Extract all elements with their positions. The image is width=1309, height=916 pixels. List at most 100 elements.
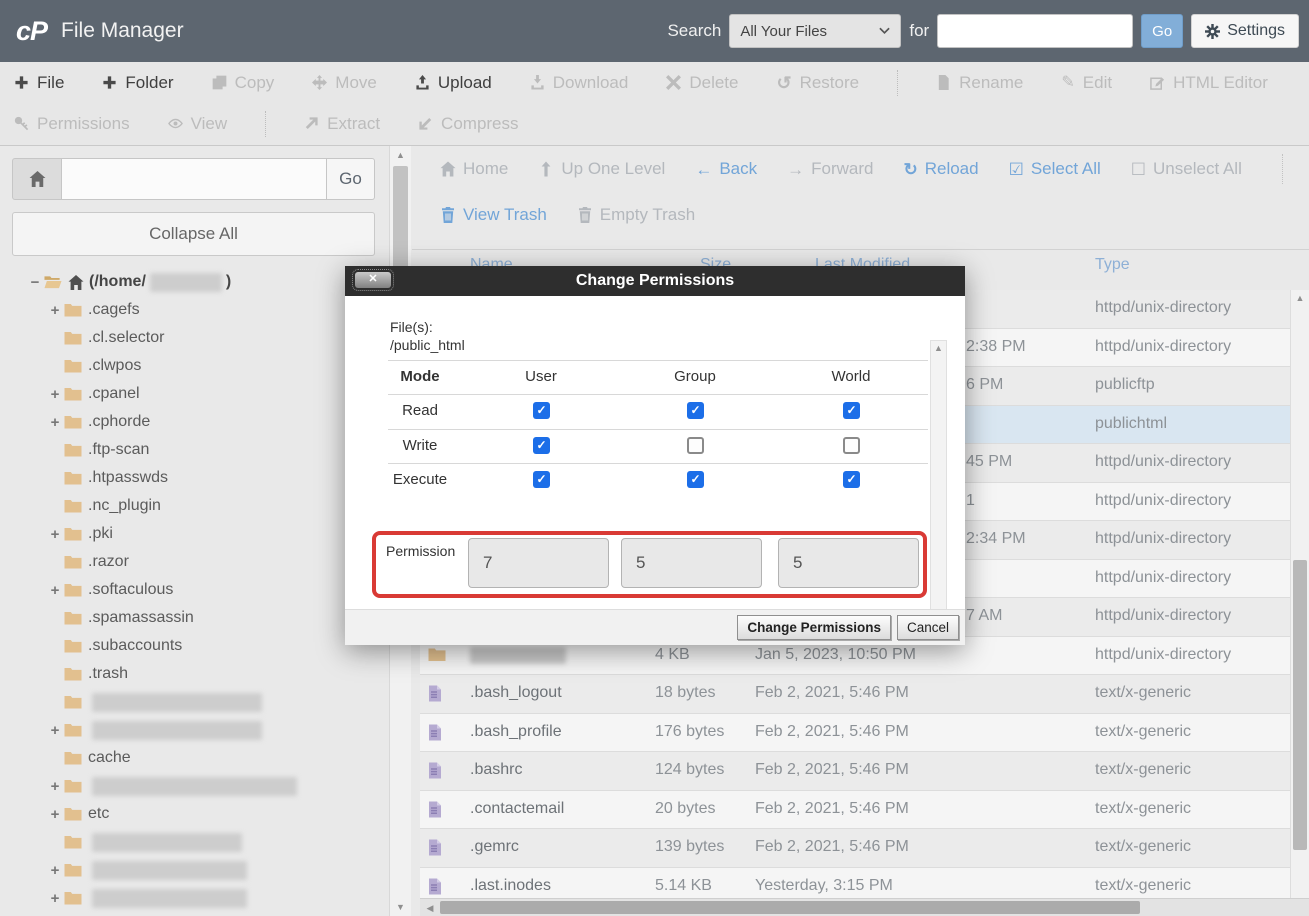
scroll-left-icon[interactable]: ◀ <box>424 903 436 914</box>
tree-expander-icon[interactable]: + <box>46 862 64 879</box>
checked-checkbox[interactable]: ✓ <box>843 471 860 488</box>
search-scope-select[interactable]: All Your Files <box>729 14 901 48</box>
tree-expander-icon[interactable]: + <box>46 806 64 823</box>
tree-item-razor[interactable]: .razor <box>46 548 129 576</box>
tree-item-cagefs[interactable]: +.cagefs <box>46 296 140 324</box>
toolbar-item-folder[interactable]: Folder <box>102 73 173 93</box>
toolbar-item-file[interactable]: File <box>14 73 64 93</box>
nav-item-forward[interactable]: →Forward <box>787 159 873 179</box>
tree-expander-icon[interactable]: − <box>26 274 44 291</box>
chevron-down-icon <box>879 27 890 35</box>
tree-item-root[interactable]: −(/home/) <box>26 268 231 296</box>
path-input[interactable] <box>62 158 327 200</box>
tree-item-redacted[interactable]: + <box>46 884 251 912</box>
checked-checkbox[interactable]: ✓ <box>533 402 550 419</box>
scroll-up-icon[interactable]: ▲ <box>1291 293 1309 303</box>
tree-item-redacted[interactable]: + <box>46 856 251 884</box>
toolbar-item-rename[interactable]: Rename <box>936 73 1023 93</box>
sidebar-home-button[interactable] <box>12 158 62 200</box>
tree-item-cache[interactable]: cache <box>46 744 131 772</box>
checked-checkbox[interactable]: ✓ <box>533 437 550 454</box>
horizontal-scrollbar[interactable]: ◀ <box>420 898 1309 916</box>
scroll-down-icon[interactable]: ▼ <box>390 902 411 912</box>
checked-checkbox[interactable]: ✓ <box>687 402 704 419</box>
tree-item-pki[interactable]: +.pki <box>46 520 113 548</box>
table-row[interactable]: .bash_logout18 bytesFeb 2, 2021, 5:46 PM… <box>420 675 1290 714</box>
toolbar-item-download[interactable]: Download <box>530 73 629 93</box>
scroll-up-icon[interactable]: ▲ <box>390 150 411 160</box>
tree-item-softaculous[interactable]: +.softaculous <box>46 576 173 604</box>
tree-item-redacted[interactable] <box>46 688 266 716</box>
nav-item-back[interactable]: ←Back <box>695 159 757 179</box>
checked-checkbox[interactable]: ✓ <box>533 471 550 488</box>
checked-checkbox[interactable]: ✓ <box>687 471 704 488</box>
toolbar-item-compress[interactable]: Compress <box>418 114 518 134</box>
tree-expander-icon[interactable]: + <box>46 778 64 795</box>
horizontal-scrollbar-thumb[interactable] <box>440 901 1140 914</box>
toolbar-item-delete[interactable]: Delete <box>666 73 738 93</box>
tree-expander-icon[interactable]: + <box>46 722 64 739</box>
tree-expander-icon[interactable]: + <box>46 890 64 907</box>
toolbar-item-view[interactable]: View <box>168 114 228 134</box>
table-row[interactable]: .bashrc124 bytesFeb 2, 2021, 5:46 PMtext… <box>420 752 1290 791</box>
toolbar-item-permissions[interactable]: Permissions <box>14 114 130 134</box>
dialog-scrollbar[interactable]: ▲ ▼ <box>930 340 947 622</box>
nav-item-home[interactable]: Home <box>440 159 508 179</box>
tree-item-htpasswds[interactable]: .htpasswds <box>46 464 168 492</box>
nav-item-unselect-all[interactable]: ☐Unselect All <box>1131 159 1242 179</box>
tree-item-redacted[interactable]: + <box>46 772 301 800</box>
tree-expander-icon[interactable]: + <box>46 302 64 319</box>
unchecked-checkbox[interactable] <box>843 437 860 454</box>
mode-column-header: Mode <box>370 368 470 385</box>
table-row[interactable]: .contactemail20 bytesFeb 2, 2021, 5:46 P… <box>420 791 1290 830</box>
cancel-button[interactable]: Cancel <box>897 615 959 640</box>
search-go-button[interactable]: Go <box>1141 14 1183 48</box>
tree-expander-icon[interactable]: + <box>46 582 64 599</box>
tree-item-cl-selector[interactable]: .cl.selector <box>46 324 164 352</box>
toolbar-item-upload[interactable]: Upload <box>415 73 492 93</box>
table-scrollbar-thumb[interactable] <box>1293 560 1307 850</box>
collapse-all-button[interactable]: Collapse All <box>12 212 375 256</box>
tree-item-ftp-scan[interactable]: .ftp-scan <box>46 436 149 464</box>
table-row[interactable]: .gemrc139 bytesFeb 2, 2021, 5:46 PMtext/… <box>420 829 1290 868</box>
tree-item-trash[interactable]: .trash <box>46 660 128 688</box>
column-header-type[interactable]: Type <box>1095 256 1130 274</box>
toolbar-item-html-editor[interactable]: HTML Editor <box>1150 73 1268 93</box>
tree-item-cphorde[interactable]: +.cphorde <box>46 408 150 436</box>
permission-user-input[interactable] <box>468 538 609 588</box>
tree-item-redacted[interactable]: + <box>46 716 266 744</box>
nav-item-reload[interactable]: ↻Reload <box>903 159 978 179</box>
toolbar-item-copy[interactable]: Copy <box>212 73 275 93</box>
tree-item-subaccounts[interactable]: .subaccounts <box>46 632 182 660</box>
tree-item-nc-plugin[interactable]: .nc_plugin <box>46 492 161 520</box>
tree-expander-icon[interactable]: + <box>46 414 64 431</box>
tree-item-clwpos[interactable]: .clwpos <box>46 352 141 380</box>
tree-item-etc[interactable]: +etc <box>46 800 109 828</box>
close-icon[interactable]: ✕ <box>355 272 391 288</box>
tree-expander-icon[interactable]: + <box>46 386 64 403</box>
settings-button[interactable]: Settings <box>1191 14 1299 48</box>
permission-group-input[interactable] <box>621 538 762 588</box>
nav-item-label: View Trash <box>463 205 547 225</box>
toolbar-item-move[interactable]: Move <box>312 73 377 93</box>
change-permissions-button[interactable]: Change Permissions <box>737 615 891 640</box>
toolbar-item-restore[interactable]: ↺Restore <box>776 73 859 93</box>
table-row[interactable]: .bash_profile176 bytesFeb 2, 2021, 5:46 … <box>420 714 1290 753</box>
toolbar-item-extract[interactable]: Extract <box>304 114 380 134</box>
tree-item-redacted[interactable] <box>46 828 246 856</box>
tree-item-spamassassin[interactable]: .spamassassin <box>46 604 194 632</box>
nav-item-select-all[interactable]: ☑Select All <box>1009 159 1101 179</box>
nav-item-up-one-level[interactable]: Up One Level <box>538 159 665 179</box>
toolbar-item-edit[interactable]: ✎Edit <box>1061 73 1112 93</box>
checked-checkbox[interactable]: ✓ <box>843 402 860 419</box>
path-go-button[interactable]: Go <box>327 158 375 200</box>
tree-expander-icon[interactable]: + <box>46 526 64 543</box>
nav-item-empty-trash[interactable]: Empty Trash <box>577 205 695 225</box>
table-scrollbar[interactable]: ▲ <box>1290 290 1309 916</box>
unchecked-checkbox[interactable] <box>687 437 704 454</box>
scroll-up-icon[interactable]: ▲ <box>931 343 946 353</box>
tree-item-cpanel[interactable]: +.cpanel <box>46 380 140 408</box>
nav-item-view-trash[interactable]: View Trash <box>440 205 547 225</box>
permission-world-input[interactable] <box>778 538 919 588</box>
search-input[interactable] <box>937 14 1133 48</box>
